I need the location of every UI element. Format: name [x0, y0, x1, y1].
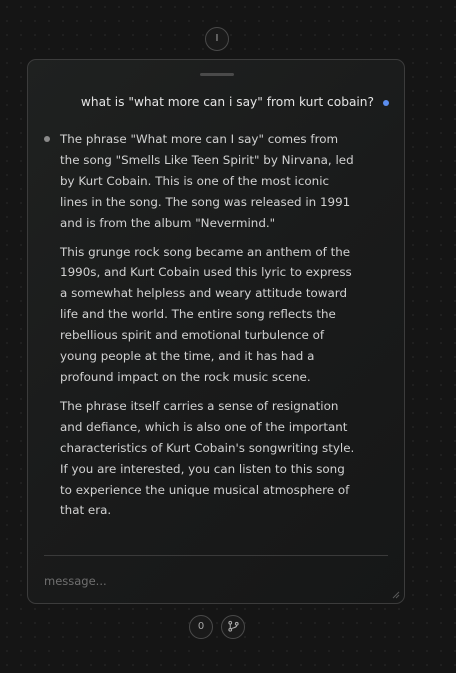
branch-button[interactable] [221, 615, 245, 639]
message-input[interactable] [44, 570, 374, 592]
top-indicator-button[interactable]: I [205, 27, 229, 51]
user-message: what is "what more can i say" from kurt … [80, 95, 374, 109]
user-indicator-dot [383, 100, 389, 106]
message-count-button[interactable]: 0 [189, 615, 213, 639]
assistant-paragraph: The phrase itself carries a sense of res… [60, 398, 355, 518]
git-branch-icon [227, 620, 239, 632]
assistant-paragraph: The phrase "What more can I say" comes f… [60, 132, 354, 230]
drag-handle[interactable] [200, 73, 234, 76]
assistant-paragraph: This grunge rock song became an anthem o… [60, 244, 352, 384]
chat-panel: what is "what more can i say" from kurt … [27, 59, 405, 604]
composer-divider [44, 555, 388, 556]
assistant-indicator-dot [44, 136, 50, 142]
assistant-message: The phrase "What more can I say" comes f… [60, 129, 358, 529]
resize-grip-icon[interactable] [392, 591, 400, 599]
